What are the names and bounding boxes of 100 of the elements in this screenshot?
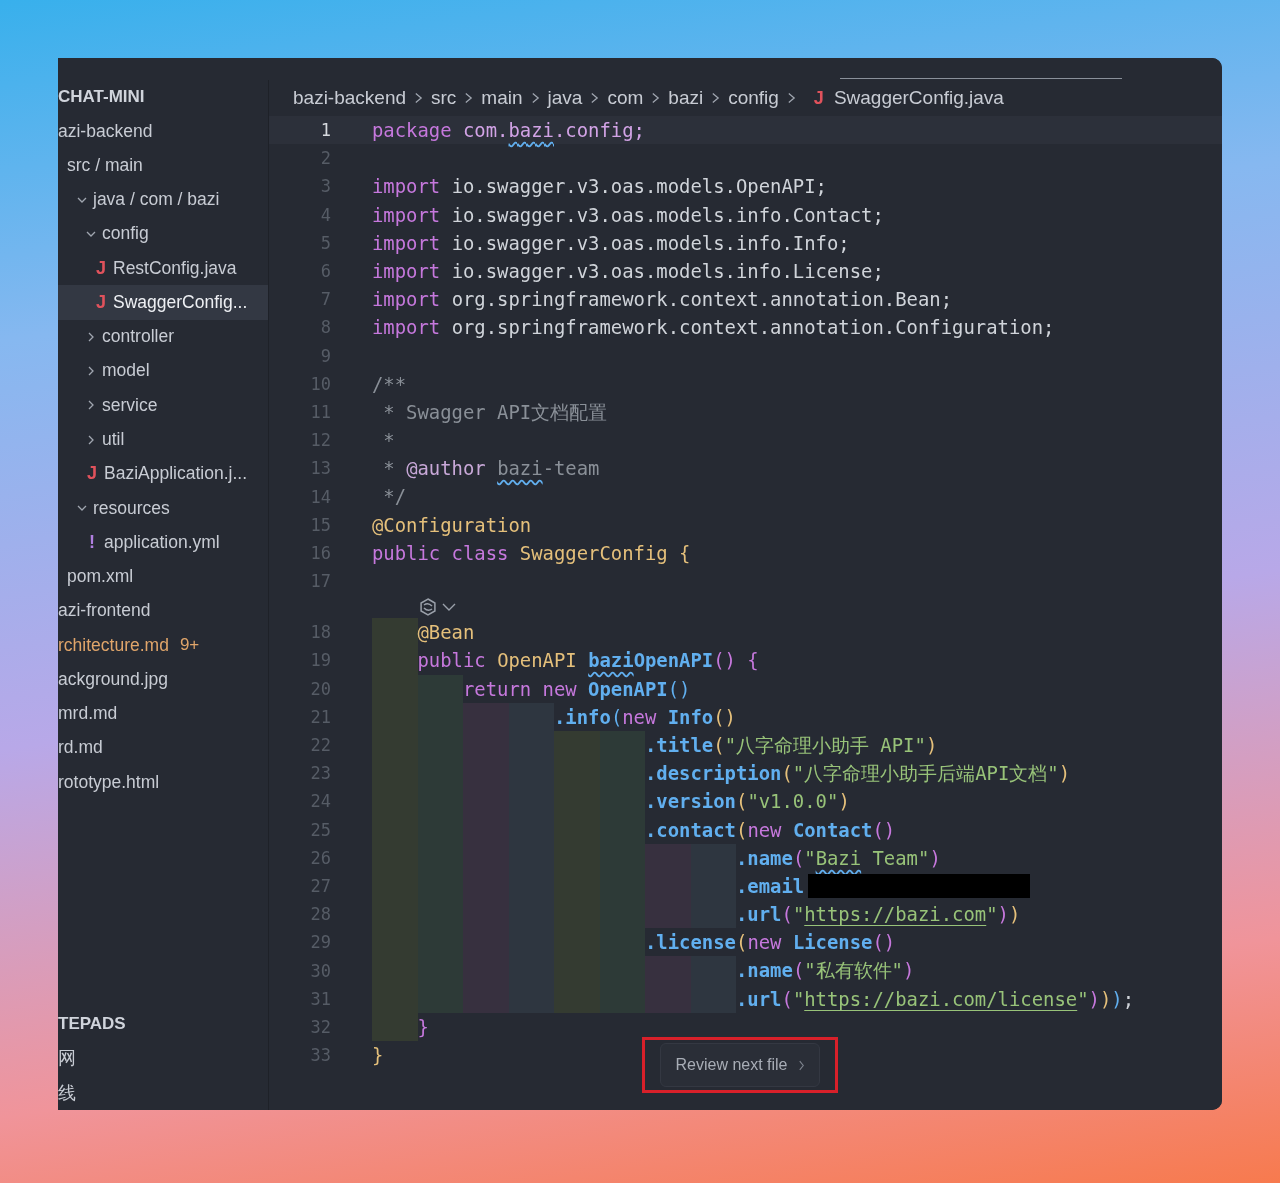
notepad-name: 线: [58, 1081, 76, 1105]
chevron-icon: [711, 91, 721, 105]
file-name: resources: [93, 497, 170, 519]
file-name: rd.md: [58, 737, 103, 759]
file-tree-item[interactable]: mrd.md: [58, 696, 268, 731]
file-tree-item[interactable]: J SwaggerConfig...: [58, 285, 268, 320]
breadcrumb-item[interactable]: com: [607, 87, 644, 109]
code-line: import org.springframework.context.annotation.Bean;: [372, 287, 953, 313]
breadcrumb-item[interactable]: bazi: [668, 87, 704, 109]
code-line: public OpenAPI baziOpenAPI() {: [372, 646, 759, 675]
file-name: BaziApplication.j...: [104, 463, 247, 485]
file-name: azi-frontend: [58, 600, 151, 622]
file-tree-item[interactable]: rototype.html: [58, 765, 268, 800]
breadcrumb-item[interactable]: main: [481, 87, 523, 109]
code-line: .url("https://bazi.com")): [372, 900, 1021, 929]
file-tree-item[interactable]: azi-frontend: [58, 593, 268, 628]
file-name: pom.xml: [67, 566, 134, 588]
file-tree-item[interactable]: J BaziApplication.j...: [58, 456, 268, 491]
notepad-item[interactable]: 线: [58, 1075, 268, 1110]
code-line: }: [372, 1043, 384, 1068]
file-tree-item[interactable]: ! application.yml: [58, 525, 268, 560]
notepad-name: 网: [58, 1047, 76, 1071]
breadcrumb-item[interactable]: src: [431, 87, 457, 109]
file-name: application.yml: [104, 531, 220, 553]
code-line: import io.swagger.v3.oas.models.info.Contact;: [372, 202, 884, 228]
code-line: *: [382, 428, 395, 454]
breadcrumb-item[interactable]: java: [547, 87, 583, 109]
file-name: controller: [102, 326, 174, 348]
code-line: return new OpenAPI(): [372, 674, 691, 703]
file-name: service: [102, 394, 158, 416]
code-line: @Configuration: [372, 512, 532, 538]
file-name: SwaggerConfig...: [113, 291, 248, 313]
code-line: * Swagger API文档配置: [382, 399, 608, 425]
code-line: public class SwaggerConfig {: [372, 540, 691, 566]
swirl-icon[interactable]: [418, 596, 438, 617]
explorer-title: CHAT-MINI: [58, 86, 146, 108]
code-line: /**: [372, 371, 407, 397]
chevron-icon: [464, 91, 474, 105]
code-line: import io.swagger.v3.oas.models.info.Info;: [372, 230, 850, 256]
file-tree-item[interactable]: rchitecture.md 9+: [58, 628, 268, 663]
code-line: import io.swagger.v3.oas.models.OpenAPI;: [372, 174, 827, 200]
file-type-icon: !: [85, 531, 99, 553]
file-name: ackground.jpg: [58, 668, 168, 690]
file-type-icon: J: [811, 87, 826, 109]
file-name: src / main: [67, 154, 143, 176]
file-name: RestConfig.java: [113, 257, 237, 279]
notepad-item[interactable]: 网: [58, 1041, 268, 1076]
code-line: .name("Bazi Team"): [372, 843, 941, 872]
code-line: import org.springframework.context.annotation.Configuration;: [372, 315, 1055, 341]
chevron-icon: [414, 91, 424, 105]
chevron-icon: [590, 91, 600, 105]
file-tree-item[interactable]: J RestConfig.java: [58, 251, 268, 286]
file-name: mrd.md: [58, 703, 118, 725]
code-line: * @author bazi-team: [382, 456, 600, 482]
file-name: util: [102, 429, 125, 450]
file-name: java / com / bazi: [93, 189, 220, 211]
code-line: .title("八字命理小助手 API"): [372, 730, 938, 760]
file-tree-item[interactable]: azi-backend: [58, 114, 268, 149]
line-number: 1: [319, 120, 331, 141]
file-tree-item[interactable]: controller: [58, 319, 268, 354]
section-title: TEPADS: [58, 1013, 127, 1036]
code-line: .name("私有软件"): [372, 956, 915, 985]
file-tree-item[interactable]: ackground.jpg: [58, 662, 268, 697]
file-tree-item[interactable]: resources: [58, 490, 268, 526]
code-line: .description("八字命理小助手后端API文档"): [372, 759, 1071, 788]
chevron-icon: [786, 91, 796, 105]
file-name: model: [102, 360, 150, 382]
file-type-icon: J: [94, 291, 108, 313]
code-line: .url("https://bazi.com/license")));: [372, 984, 1135, 1013]
file-tree-item[interactable]: src / main: [58, 148, 268, 183]
code-line: .version("v1.0.0"): [372, 787, 850, 816]
code-line: package com.bazi.config;: [372, 118, 645, 143]
file-name: rototype.html: [58, 771, 160, 793]
code-line: .contact(new Contact(): [372, 815, 896, 844]
problem-count: 9+: [179, 635, 200, 656]
file-tree-item[interactable]: java / com / bazi: [58, 182, 268, 217]
code-line: .license(new License(): [372, 928, 896, 957]
code-line: import io.swagger.v3.oas.models.info.License;: [372, 258, 884, 284]
code-line: }: [372, 1012, 429, 1041]
file-tree-item[interactable]: service: [58, 388, 268, 423]
file-tree-item[interactable]: config: [58, 216, 268, 252]
chevron-icon: [797, 1059, 805, 1071]
breadcrumb-item[interactable]: bazi-backend: [293, 87, 407, 109]
file-tree-item[interactable]: pom.xml: [58, 559, 268, 594]
breadcrumb-item[interactable]: config: [728, 87, 779, 109]
review-next-file-button[interactable]: Review next file: [660, 1043, 820, 1087]
chevron-icon: [530, 91, 540, 105]
code-line: .email: [372, 871, 805, 901]
file-name: azi-backend: [58, 120, 153, 142]
file-name: config: [102, 223, 149, 245]
file-tree-item[interactable]: model: [58, 353, 268, 389]
code-line: .info(new Info(): [372, 702, 736, 731]
chevron-down-icon[interactable]: [442, 601, 456, 612]
file-type-icon: J: [85, 463, 99, 485]
file-tree-item[interactable]: rd.md: [58, 730, 268, 766]
code-line: @Bean: [372, 618, 475, 647]
chevron-icon: [651, 91, 661, 105]
breadcrumb-item[interactable]: SwaggerConfig.java: [833, 87, 1004, 109]
file-type-icon: J: [94, 257, 108, 279]
file-tree-item[interactable]: util: [58, 422, 268, 457]
